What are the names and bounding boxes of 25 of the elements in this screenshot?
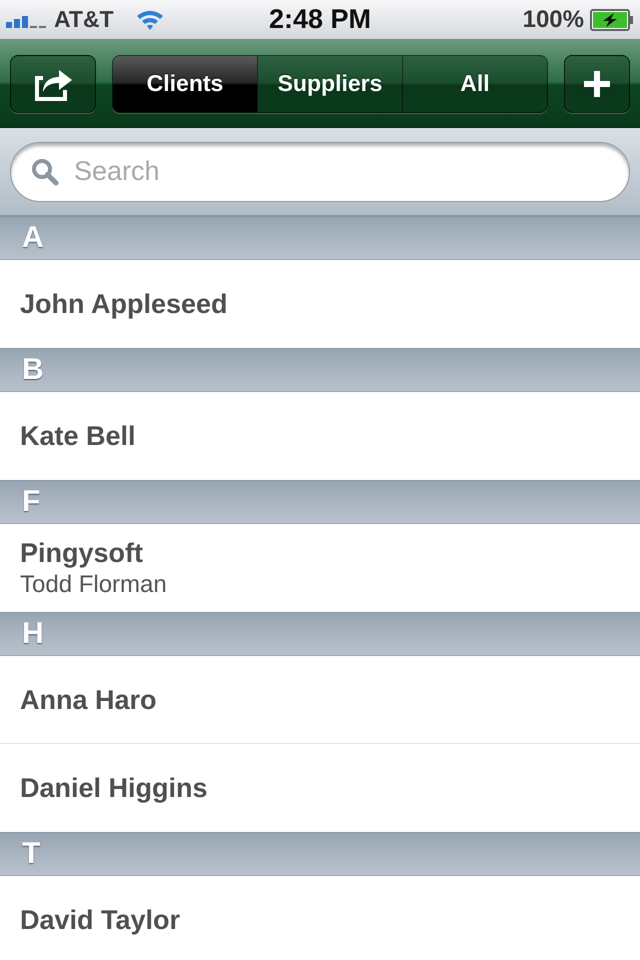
wifi-icon [136,8,164,30]
segment-tab[interactable]: Clients [113,56,257,112]
contact-name: Daniel Higgins [20,772,209,804]
contact-person: Todd Florman [20,570,168,598]
battery-percentage: 100% [522,6,584,34]
search-icon [31,158,59,186]
section-letter: F [22,485,40,519]
battery-charging-icon [590,8,634,30]
contact-name: David Taylor [20,904,182,936]
section-letter: H [22,617,44,651]
section-letter: A [22,221,44,255]
clock-time: 2:48 PM [268,4,372,35]
contact-name: John Appleseed [20,288,229,320]
share-button[interactable] [10,54,96,112]
add-button[interactable] [564,54,630,112]
search-field[interactable]: Search [10,142,630,202]
segment-tab[interactable]: Suppliers [257,56,402,112]
contact-name: Kate Bell [20,420,137,452]
section-letter: T [22,837,40,871]
section-letter: B [22,353,44,387]
contact-name: Anna Haro [20,684,158,716]
contact-name: Pingysoft [20,538,144,568]
carrier-name: AT&T [54,6,114,33]
segment-tab[interactable]: All [402,56,547,112]
plus-icon [584,70,610,96]
